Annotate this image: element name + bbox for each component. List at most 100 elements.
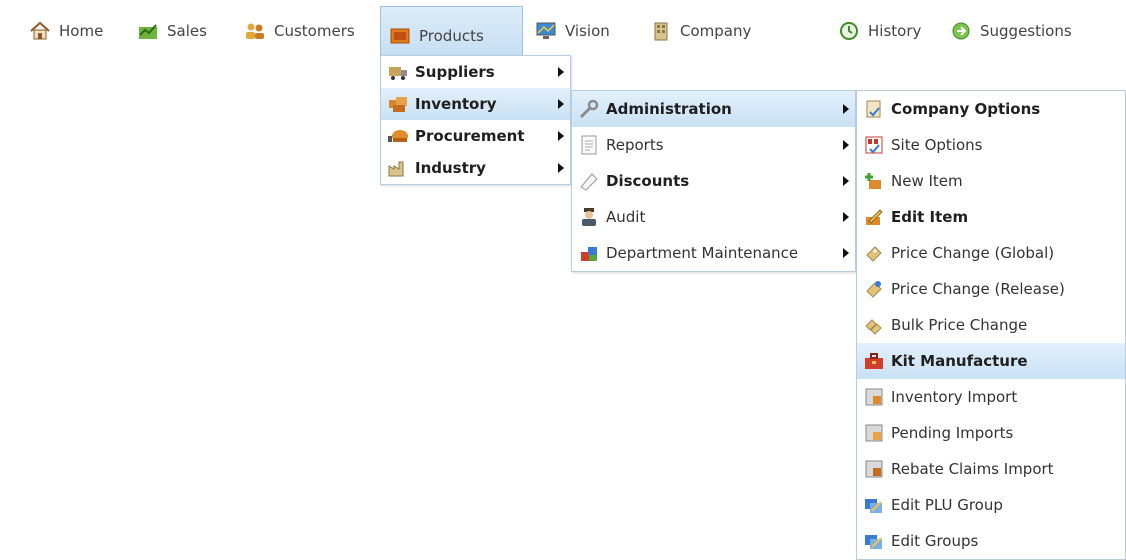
menu-item-industry[interactable]: Industry bbox=[381, 152, 570, 184]
tab-customers-label: Customers bbox=[274, 22, 355, 40]
menu-item-inventory-label: Inventory bbox=[415, 95, 497, 113]
company-options-icon bbox=[863, 99, 885, 119]
menu-item-pending-imports-label: Pending Imports bbox=[891, 424, 1014, 442]
inventory-submenu: Administration Reports Discounts Audit D… bbox=[571, 90, 856, 272]
menu-item-company-options[interactable]: Company Options bbox=[857, 91, 1125, 127]
menu-item-price-change-release[interactable]: Price Change (Release) bbox=[857, 271, 1125, 307]
menu-item-new-item-label: New Item bbox=[891, 172, 963, 190]
edit-item-pencil-icon bbox=[863, 207, 885, 227]
menu-item-edit-item-label: Edit Item bbox=[891, 208, 969, 226]
menu-item-site-options[interactable]: Site Options bbox=[857, 127, 1125, 163]
tab-suggestions[interactable]: Suggestions bbox=[942, 6, 1080, 56]
menu-item-department-maintenance[interactable]: Department Maintenance bbox=[572, 235, 855, 271]
menu-item-bulk-price-change-label: Bulk Price Change bbox=[891, 316, 1028, 334]
inventory-boxes-icon bbox=[387, 94, 409, 114]
procurement-icon bbox=[387, 126, 409, 146]
toolbox-icon bbox=[863, 351, 885, 371]
menu-item-price-change-global[interactable]: Price Change (Global) bbox=[857, 235, 1125, 271]
menu-item-edit-plu-group-label: Edit PLU Group bbox=[891, 496, 1003, 514]
menu-item-administration[interactable]: Administration bbox=[572, 91, 855, 127]
price-change-release-icon bbox=[863, 279, 885, 299]
menu-item-pending-imports[interactable]: Pending Imports bbox=[857, 415, 1125, 451]
menu-item-inventory[interactable]: Inventory bbox=[381, 88, 570, 120]
menu-item-kit-manufacture[interactable]: Kit Manufacture bbox=[857, 343, 1125, 379]
tab-vision-label: Vision bbox=[565, 22, 610, 40]
menu-item-inventory-import-label: Inventory Import bbox=[891, 388, 1018, 406]
menu-item-suppliers[interactable]: Suppliers bbox=[381, 56, 570, 88]
menu-item-kit-manufacture-label: Kit Manufacture bbox=[891, 352, 1028, 370]
inventory-import-icon bbox=[863, 387, 885, 407]
tab-customers[interactable]: Customers bbox=[236, 6, 363, 56]
pending-imports-icon bbox=[863, 423, 885, 443]
menu-item-procurement[interactable]: Procurement bbox=[381, 120, 570, 152]
menu-item-reports[interactable]: Reports bbox=[572, 127, 855, 163]
submenu-arrow-icon bbox=[843, 140, 849, 150]
suppliers-truck-icon bbox=[387, 62, 409, 82]
products-icon bbox=[389, 26, 411, 46]
tab-history-label: History bbox=[868, 22, 922, 40]
bulk-price-change-icon bbox=[863, 315, 885, 335]
edit-groups-icon bbox=[863, 531, 885, 551]
menu-item-industry-label: Industry bbox=[415, 159, 486, 177]
new-item-plus-icon bbox=[863, 171, 885, 191]
tab-company[interactable]: Company bbox=[642, 6, 759, 56]
menu-item-administration-label: Administration bbox=[606, 100, 732, 118]
sales-chart-icon bbox=[137, 21, 159, 41]
menu-item-inventory-import[interactable]: Inventory Import bbox=[857, 379, 1125, 415]
submenu-arrow-icon bbox=[558, 131, 564, 141]
menu-item-edit-plu-group[interactable]: Edit PLU Group bbox=[857, 487, 1125, 523]
menu-item-edit-groups[interactable]: Edit Groups bbox=[857, 523, 1125, 559]
discount-tag-icon bbox=[578, 171, 600, 191]
menu-item-price-change-release-label: Price Change (Release) bbox=[891, 280, 1065, 298]
tab-sales[interactable]: Sales bbox=[129, 6, 215, 56]
menu-item-rebate-claims-import[interactable]: Rebate Claims Import bbox=[857, 451, 1125, 487]
edit-plu-group-icon bbox=[863, 495, 885, 515]
menu-item-price-change-global-label: Price Change (Global) bbox=[891, 244, 1055, 262]
rebate-claims-import-icon bbox=[863, 459, 885, 479]
history-icon bbox=[838, 21, 860, 41]
site-options-icon bbox=[863, 135, 885, 155]
wrench-icon bbox=[578, 99, 600, 119]
tab-home[interactable]: Home bbox=[21, 6, 111, 56]
administration-submenu: Company Options Site Options New Item Ed… bbox=[856, 90, 1126, 560]
tab-home-label: Home bbox=[59, 22, 104, 40]
menu-item-discounts[interactable]: Discounts bbox=[572, 163, 855, 199]
menu-item-company-options-label: Company Options bbox=[891, 100, 1041, 118]
tab-products-label: Products bbox=[419, 26, 484, 45]
tab-history[interactable]: History bbox=[830, 6, 929, 56]
price-change-global-icon bbox=[863, 243, 885, 263]
tab-vision[interactable]: Vision bbox=[527, 6, 618, 56]
menu-item-procurement-label: Procurement bbox=[415, 127, 525, 145]
menu-item-edit-groups-label: Edit Groups bbox=[891, 532, 979, 550]
submenu-arrow-icon bbox=[843, 248, 849, 258]
company-building-icon bbox=[650, 21, 672, 41]
menu-item-discounts-label: Discounts bbox=[606, 172, 690, 190]
report-page-icon bbox=[578, 135, 600, 155]
tab-company-label: Company bbox=[680, 22, 752, 40]
auditor-person-icon bbox=[578, 207, 600, 227]
menu-item-edit-item[interactable]: Edit Item bbox=[857, 199, 1125, 235]
menu-item-rebate-claims-import-label: Rebate Claims Import bbox=[891, 460, 1054, 478]
submenu-arrow-icon bbox=[558, 67, 564, 77]
tab-suggestions-label: Suggestions bbox=[980, 22, 1072, 40]
submenu-arrow-icon bbox=[558, 99, 564, 109]
vision-monitor-icon bbox=[535, 21, 557, 41]
submenu-arrow-icon bbox=[843, 212, 849, 222]
menu-item-bulk-price-change[interactable]: Bulk Price Change bbox=[857, 307, 1125, 343]
tab-sales-label: Sales bbox=[167, 22, 207, 40]
submenu-arrow-icon bbox=[558, 163, 564, 173]
menu-item-department-maintenance-label: Department Maintenance bbox=[606, 244, 799, 262]
submenu-arrow-icon bbox=[843, 104, 849, 114]
menu-item-audit[interactable]: Audit bbox=[572, 199, 855, 235]
menu-item-suppliers-label: Suppliers bbox=[415, 63, 495, 81]
menu-item-audit-label: Audit bbox=[606, 208, 646, 226]
suggestions-icon bbox=[950, 21, 972, 41]
customers-icon bbox=[244, 21, 266, 41]
menu-item-new-item[interactable]: New Item bbox=[857, 163, 1125, 199]
industry-factory-icon bbox=[387, 158, 409, 178]
products-dropdown-menu: Suppliers Inventory Procurement Industry bbox=[380, 55, 571, 185]
department-blocks-icon bbox=[578, 243, 600, 263]
menu-item-site-options-label: Site Options bbox=[891, 136, 983, 154]
menu-item-reports-label: Reports bbox=[606, 136, 664, 154]
home-icon bbox=[29, 21, 51, 41]
